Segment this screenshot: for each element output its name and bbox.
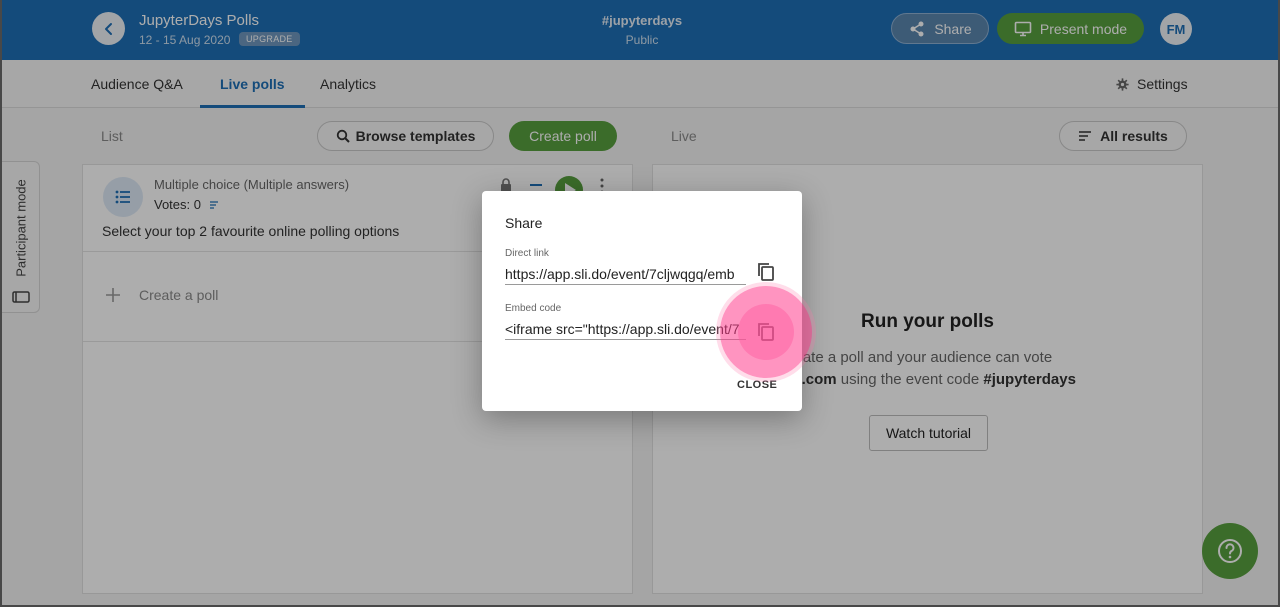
copy-direct-link-button[interactable]: [755, 260, 777, 284]
dialog-title: Share: [505, 215, 543, 231]
embed-code-field[interactable]: [505, 318, 746, 340]
direct-link-label: Direct link: [505, 248, 549, 259]
click-highlight: [720, 286, 812, 378]
copy-icon: [758, 263, 774, 281]
embed-code-label: Embed code: [505, 303, 562, 314]
click-highlight-inner: [738, 304, 794, 360]
close-button[interactable]: CLOSE: [737, 379, 777, 391]
direct-link-field[interactable]: [505, 263, 746, 285]
